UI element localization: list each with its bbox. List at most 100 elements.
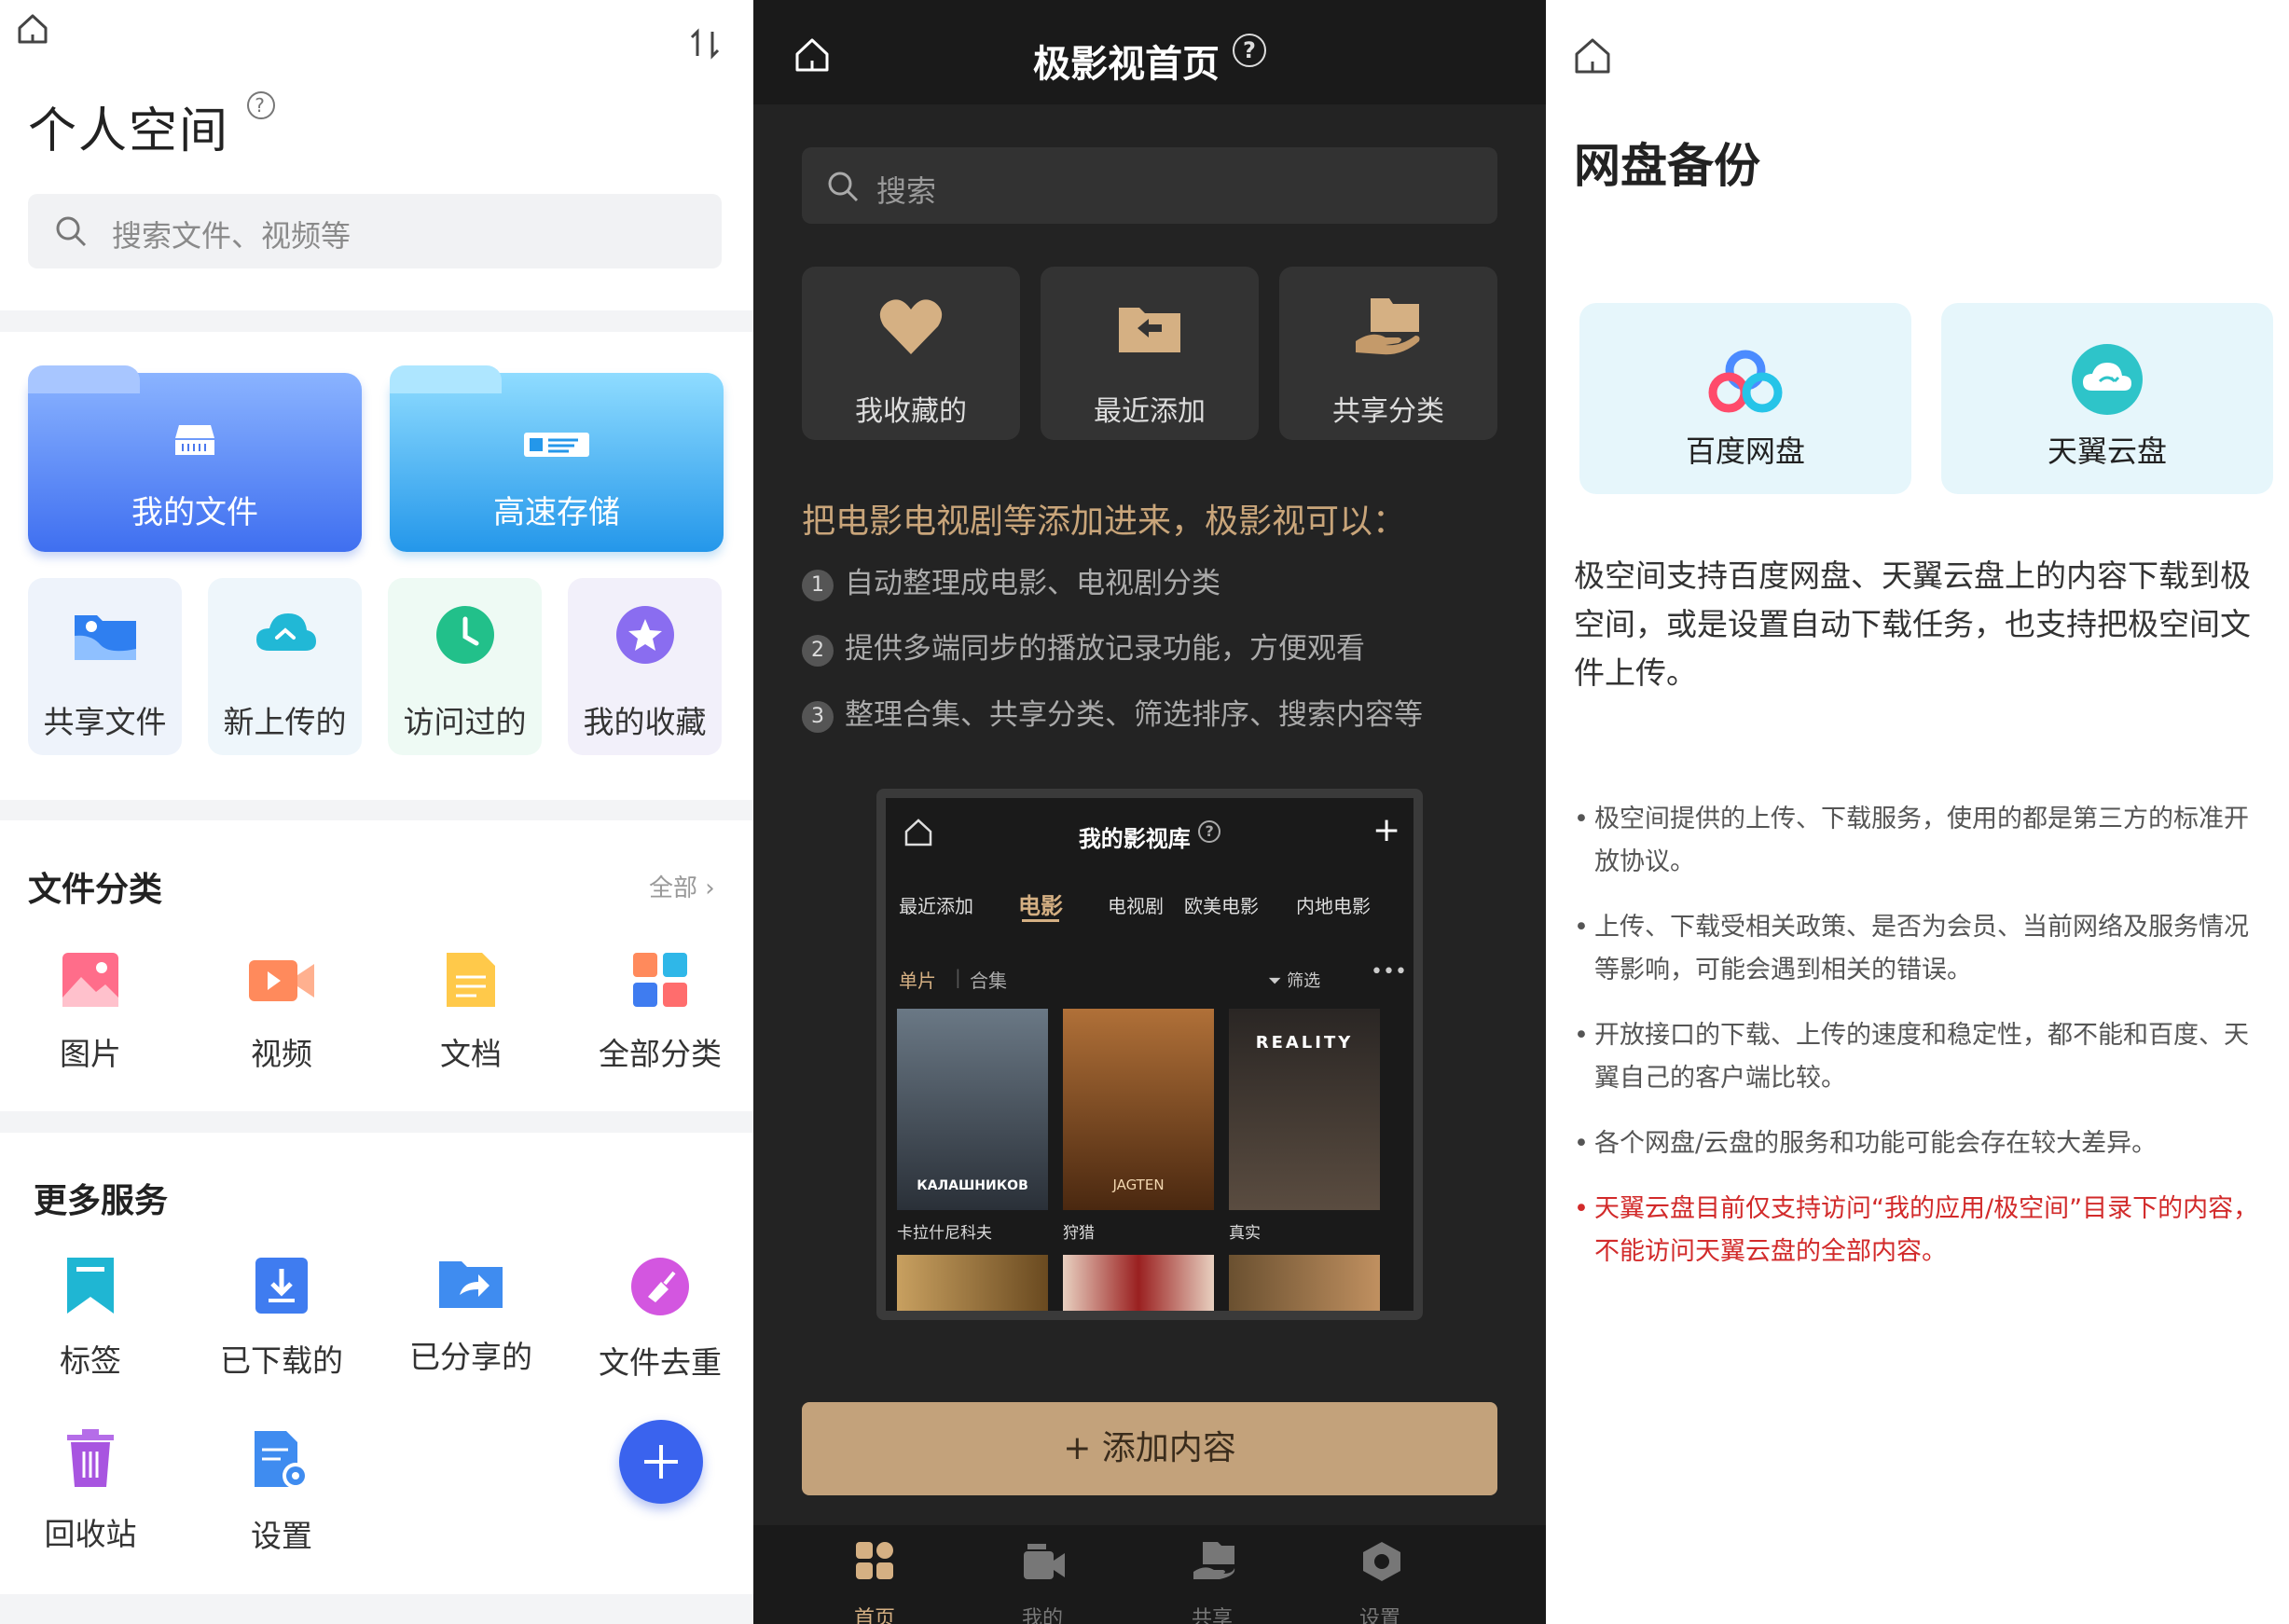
service-settings[interactable]: 设置 bbox=[188, 1429, 375, 1556]
home-icon[interactable] bbox=[1574, 37, 1611, 75]
search-placeholder: 搜索文件、视频等 bbox=[112, 218, 352, 254]
shared-files-label: 共享文件 bbox=[43, 704, 167, 740]
baidu-netdisk-card[interactable]: 百度网盘 bbox=[1579, 303, 1911, 494]
folder-add-icon bbox=[1119, 308, 1180, 352]
tab-home-label: 首页 bbox=[853, 1607, 895, 1624]
help-icon[interactable]: ? bbox=[246, 91, 275, 119]
filter-button: ⏷ 筛选 bbox=[1268, 971, 1321, 991]
poster-title: REALITY bbox=[1255, 1033, 1354, 1053]
document-icon bbox=[447, 953, 495, 1007]
more-services-title: 更多服务 bbox=[34, 1182, 169, 1220]
tianyi-cloud-card[interactable]: 天翼云盘 bbox=[1941, 303, 2273, 494]
settings-doc-icon bbox=[255, 1431, 309, 1489]
search-placeholder: 搜索 bbox=[876, 173, 937, 209]
tab-share[interactable]: 共享 bbox=[1156, 1525, 1268, 1624]
page-title: 网盘备份 bbox=[1574, 139, 1760, 193]
poster: JAGTEN bbox=[1063, 1009, 1214, 1210]
broom-icon bbox=[631, 1258, 689, 1315]
tab-home[interactable]: 首页 bbox=[819, 1525, 931, 1624]
service-settings-label: 设置 bbox=[251, 1518, 312, 1554]
high-speed-storage-label: 高速存储 bbox=[493, 494, 620, 531]
service-shared[interactable]: 已分享的 bbox=[378, 1256, 564, 1377]
download-icon bbox=[255, 1258, 308, 1314]
folder-tab bbox=[28, 365, 140, 393]
tab-settings[interactable]: 设置 bbox=[1324, 1525, 1436, 1624]
folder-tab bbox=[390, 365, 502, 393]
share-folder-icon bbox=[439, 1261, 503, 1308]
step-number: 1 bbox=[802, 569, 834, 601]
more-icon: ••• bbox=[1371, 960, 1407, 984]
grid-icon bbox=[633, 953, 687, 1007]
filter-separator: | bbox=[955, 966, 961, 988]
ssd-icon bbox=[524, 433, 589, 457]
new-uploads-card[interactable]: 新上传的 bbox=[208, 578, 362, 755]
shared-category-icon bbox=[1356, 298, 1420, 355]
visited-card[interactable]: 访问过的 bbox=[388, 578, 542, 755]
note-item: 上传、下载受相关政策、是否为会员、当前网络及服务情况等影响，可能会遇到相关的错误… bbox=[1574, 906, 2264, 992]
poster bbox=[1063, 1255, 1214, 1311]
header-section: 个人空间 ? 搜索文件、视频等 bbox=[0, 0, 753, 310]
service-downloaded[interactable]: 已下载的 bbox=[188, 1256, 375, 1381]
star-icon bbox=[616, 606, 674, 664]
poster-caption: 真实 bbox=[1229, 1224, 1261, 1243]
page-title-text: 个人空间 bbox=[28, 103, 230, 159]
tianyi-cloud-icon bbox=[2072, 344, 2143, 415]
service-tags-label: 标签 bbox=[60, 1342, 121, 1379]
help-icon[interactable]: ? bbox=[1232, 34, 1266, 67]
video-icon bbox=[249, 960, 314, 1001]
feature-step: 3 整理合集、共享分类、筛选排序、搜索内容等 bbox=[802, 691, 1423, 733]
my-files-card[interactable]: 我的文件 bbox=[28, 365, 362, 552]
my-favorites-label: 我的收藏 bbox=[583, 704, 707, 740]
poster: КАЛАШНИКОВ bbox=[897, 1009, 1048, 1210]
home-icon[interactable] bbox=[17, 13, 48, 45]
service-shared-label: 已分享的 bbox=[409, 1339, 532, 1375]
category-videos-label: 视频 bbox=[251, 1036, 312, 1072]
step-text: 整理合集、共享分类、筛选排序、搜索内容等 bbox=[845, 698, 1423, 732]
search-input[interactable]: 搜索文件、视频等 bbox=[28, 194, 722, 268]
add-content-button[interactable]: + 添加内容 bbox=[802, 1402, 1497, 1495]
share-hand-icon bbox=[1193, 1542, 1235, 1579]
step-number: 3 bbox=[802, 700, 834, 733]
poster: REALITY bbox=[1229, 1009, 1380, 1210]
high-speed-storage-card[interactable]: 高速存储 bbox=[390, 365, 724, 552]
service-tags[interactable]: 标签 bbox=[0, 1256, 184, 1381]
tab-mine[interactable]: 我的 bbox=[986, 1525, 1098, 1624]
file-categories-section: 文件分类 全部 › 图片 视频 文档 全部分类 bbox=[0, 820, 753, 1111]
shared-files-card[interactable]: 共享文件 bbox=[28, 578, 182, 755]
category-all[interactable]: 全部分类 bbox=[567, 951, 753, 1074]
service-dedupe[interactable]: 文件去重 bbox=[567, 1256, 753, 1383]
library-preview: 我的影视库 ? + 最近添加 电影 电视剧 欧美电影 内地电影 单片 | 合集 … bbox=[876, 789, 1423, 1320]
my-files-label: 我的文件 bbox=[131, 494, 258, 531]
intro-text: 把电影电视剧等添加进来，极影视可以： bbox=[802, 502, 1407, 541]
description-text: 极空间支持百度网盘、天翼云盘上的内容下载到极空间，或是设置自动下载任务，也支持把… bbox=[1574, 557, 2251, 691]
search-input[interactable]: 搜索 bbox=[802, 147, 1497, 224]
baidu-netdisk-label: 百度网盘 bbox=[1685, 434, 1805, 469]
recently-added-card[interactable]: 最近添加 bbox=[1041, 267, 1259, 440]
image-icon bbox=[62, 953, 118, 1007]
all-categories-link[interactable]: 全部 › bbox=[649, 869, 715, 903]
category-all-label: 全部分类 bbox=[599, 1036, 722, 1072]
add-fab-button[interactable] bbox=[619, 1420, 703, 1504]
sort-icon[interactable] bbox=[688, 28, 722, 60]
poster-caption: 卡拉什尼科夫 bbox=[897, 1224, 992, 1243]
my-favorites-card[interactable]: 我收藏的 bbox=[802, 267, 1020, 440]
service-recycle-bin[interactable]: 回收站 bbox=[0, 1429, 184, 1554]
service-recycle-bin-label: 回收站 bbox=[44, 1516, 137, 1552]
shared-folder-icon bbox=[75, 615, 136, 660]
category-videos[interactable]: 视频 bbox=[188, 951, 375, 1074]
feature-step: 1 自动整理成电影、电视剧分类 bbox=[802, 559, 1220, 601]
category-images[interactable]: 图片 bbox=[0, 951, 184, 1074]
my-favorites-card[interactable]: 我的收藏 bbox=[568, 578, 722, 755]
note-item: 开放接口的下载、上传的速度和稳定性，都不能和百度、天翼自己的客户端比较。 bbox=[1574, 1014, 2264, 1100]
trash-icon bbox=[67, 1429, 114, 1487]
plus-icon bbox=[644, 1445, 678, 1479]
preview-tab: 欧美电影 bbox=[1184, 895, 1259, 917]
service-dedupe-label: 文件去重 bbox=[599, 1344, 722, 1381]
feature-step: 2 提供多端同步的播放记录功能，方便观看 bbox=[802, 625, 1365, 667]
search-icon bbox=[56, 216, 87, 247]
category-documents[interactable]: 文档 bbox=[378, 951, 564, 1074]
bookmark-icon bbox=[67, 1258, 114, 1314]
shared-category-card[interactable]: 共享分类 bbox=[1279, 267, 1497, 440]
preview-tab: 电视剧 bbox=[1108, 895, 1164, 917]
poster bbox=[897, 1255, 1048, 1311]
